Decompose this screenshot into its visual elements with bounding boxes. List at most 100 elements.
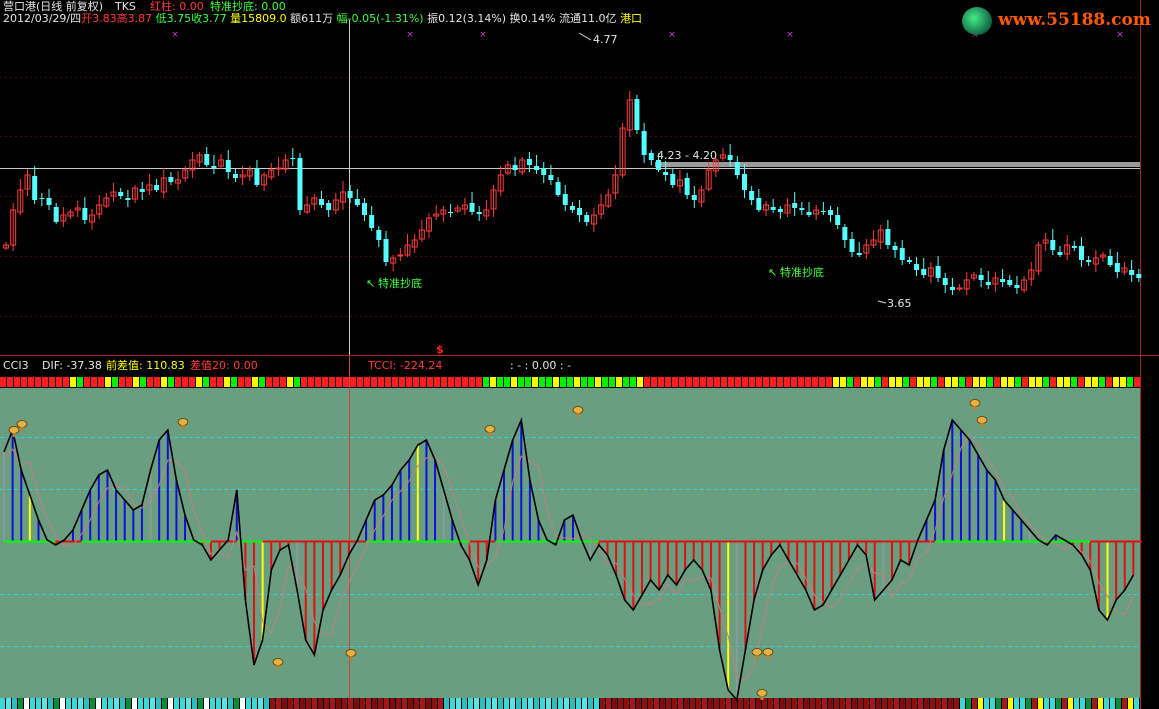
close-label: 收 — [191, 12, 203, 25]
extreme-marker-stem — [576, 413, 580, 417]
candle-body — [921, 269, 927, 275]
status-strip-cell — [1050, 698, 1055, 709]
status-strip-cell — [91, 377, 97, 387]
status-strip-cell — [630, 377, 636, 387]
candle-body — [935, 266, 941, 278]
status-strip-cell — [728, 377, 734, 387]
status-strip-cell — [864, 698, 869, 709]
event-marker: × — [171, 30, 179, 40]
status-strip-cell — [245, 377, 251, 387]
status-strip-cell — [518, 377, 524, 387]
candle-body — [168, 177, 174, 182]
quote-date: 2012/03/29/四 — [3, 12, 82, 25]
candle-body — [906, 260, 912, 262]
status-strip-cell — [938, 377, 944, 387]
status-strip-cell — [912, 698, 917, 709]
status-strip-cell — [959, 377, 965, 387]
low-value: 3.75 — [166, 12, 192, 25]
status-strip-cell — [637, 377, 643, 387]
status-strip-cell — [357, 377, 363, 387]
chart-canvas[interactable]: × × × × × × × — [0, 0, 1159, 709]
candle-body — [354, 199, 360, 205]
status-strip-cell — [570, 698, 575, 709]
status-strip-cell — [318, 698, 323, 709]
status-strip-cell — [414, 698, 419, 709]
status-strip-cell — [60, 698, 65, 709]
status-strip-cell — [540, 698, 545, 709]
candle-body — [534, 166, 540, 170]
status-strip-cell — [546, 698, 551, 709]
status-strip-cell — [744, 698, 749, 709]
status-strip-cell — [812, 377, 818, 387]
candle-body — [383, 239, 389, 262]
indicator-name[interactable]: CCI3 — [3, 359, 29, 372]
extreme-marker-stem — [755, 655, 759, 659]
status-strip-cell — [525, 377, 531, 387]
status-strip-cell — [427, 377, 433, 387]
status-strip-cell — [868, 377, 874, 387]
status-strip-cell — [900, 698, 905, 709]
candle-body — [670, 174, 676, 185]
status-strip-cell — [273, 377, 279, 387]
status-strip-cell — [474, 698, 479, 709]
status-strip-cell — [371, 377, 377, 387]
status-strip-cell — [392, 377, 398, 387]
status-strip-cell — [588, 698, 593, 709]
status-strip-cell — [532, 377, 538, 387]
status-strip-cell — [120, 698, 125, 709]
status-strip-cell — [1038, 698, 1043, 709]
candle-body — [806, 212, 812, 215]
candle-body — [885, 229, 891, 245]
status-strip-cell — [567, 377, 573, 387]
status-strip-cell — [693, 377, 699, 387]
status-strip-cell — [1064, 377, 1070, 387]
candle-body — [949, 287, 955, 290]
event-marker: × — [786, 30, 794, 40]
candle-body — [211, 166, 217, 168]
candle-body — [318, 199, 324, 205]
status-strip-cell — [399, 377, 405, 387]
status-strip-cell — [0, 698, 5, 709]
candle-body — [792, 203, 798, 208]
status-strip-cell — [84, 698, 89, 709]
status-strip-cell — [90, 698, 95, 709]
status-strip-cell — [819, 377, 825, 387]
status-strip-cell — [952, 377, 958, 387]
candle-body — [376, 230, 382, 240]
status-strip-cell — [287, 377, 293, 387]
status-strip-cell — [612, 698, 617, 709]
status-strip-cell — [216, 698, 221, 709]
candle-body — [985, 282, 991, 285]
candle-body — [118, 192, 124, 196]
status-strip-cell — [406, 377, 412, 387]
status-strip-cell — [702, 698, 707, 709]
status-strip-cell — [648, 698, 653, 709]
status-strip-cell — [987, 377, 993, 387]
candle-body — [741, 174, 747, 190]
candle-body — [820, 211, 826, 212]
candle-body — [476, 212, 482, 214]
status-strip-cell — [0, 377, 6, 387]
status-strip-cell — [924, 698, 929, 709]
float-value: 11.0亿 — [581, 12, 617, 25]
buy-signal-arrow: ↖ — [768, 266, 778, 279]
status-strip-cell — [558, 698, 563, 709]
candle-body — [634, 99, 640, 130]
extreme-marker-cap — [16, 420, 28, 428]
status-strip-cell — [182, 377, 188, 387]
sector-link[interactable]: 港口 — [620, 12, 642, 25]
status-strip-cell — [228, 698, 233, 709]
status-strip-cell — [420, 377, 426, 387]
status-strip-cell — [492, 698, 497, 709]
peak-leader — [578, 32, 592, 41]
status-strip-cell — [948, 698, 953, 709]
extreme-marker-cap — [756, 689, 768, 697]
amount-label: 额 — [290, 12, 302, 25]
stock-chart-window: { "colors": { "up": "#ff3c3c", "down": "… — [0, 0, 1159, 709]
status-strip-cell — [1015, 377, 1021, 387]
status-strip-cell — [1120, 377, 1126, 387]
status-strip-cell — [282, 698, 287, 709]
status-strip-cell — [72, 698, 77, 709]
status-strip-cell — [126, 377, 132, 387]
event-marker: × — [1116, 30, 1124, 40]
